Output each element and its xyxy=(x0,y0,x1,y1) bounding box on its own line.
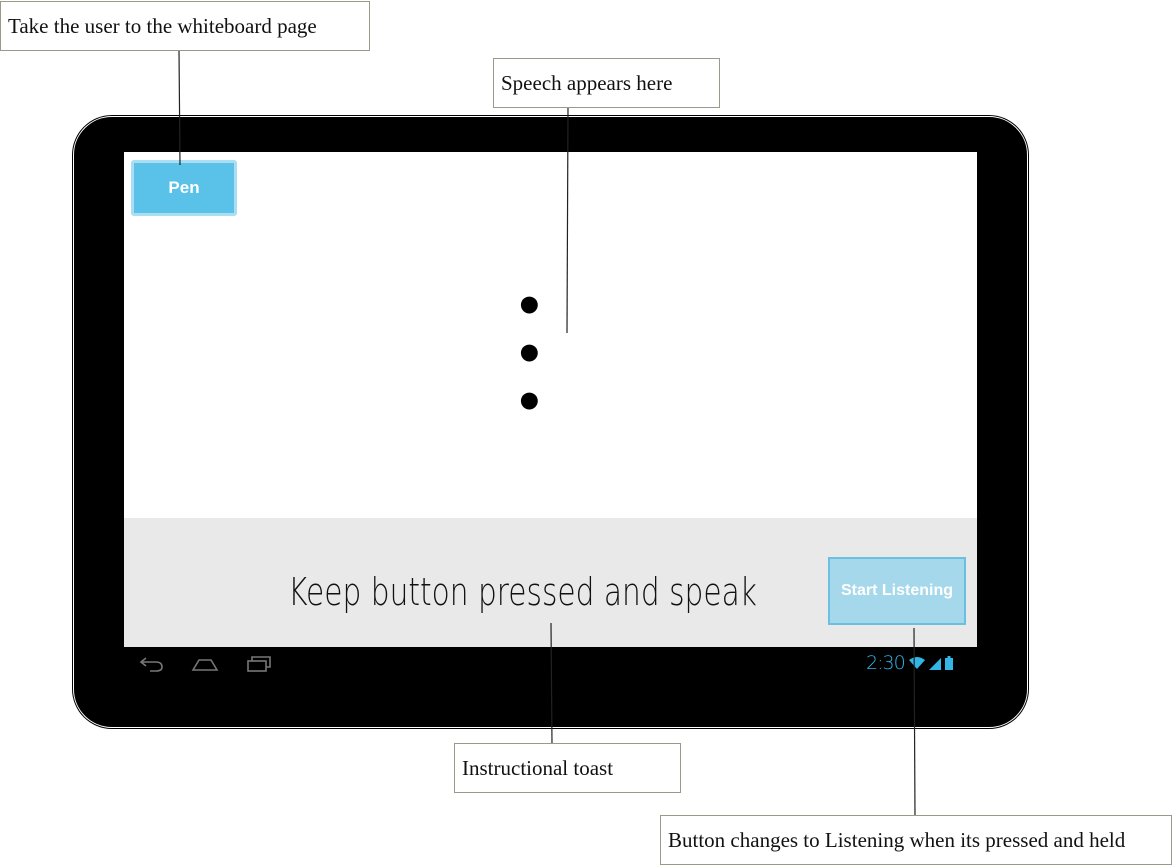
recent-apps-icon[interactable] xyxy=(245,652,273,674)
pen-button[interactable]: Pen xyxy=(131,160,237,216)
home-icon[interactable] xyxy=(191,652,219,674)
battery-icon xyxy=(944,656,953,670)
signal-icon xyxy=(928,658,941,670)
instructional-toast: Keep button pressed and speak xyxy=(288,570,757,614)
back-icon[interactable] xyxy=(138,652,166,674)
clock: 2:30 xyxy=(866,652,906,674)
wifi-icon xyxy=(908,657,925,669)
annotation-speech: Speech appears here xyxy=(493,58,720,108)
annotation-pen: Take the user to the whiteboard page xyxy=(0,1,370,51)
speech-text: • • • xyxy=(514,283,545,427)
annotation-toast: Instructional toast xyxy=(454,743,681,793)
start-listening-button[interactable]: Start Listening xyxy=(828,557,966,625)
annotation-listen-button: Button changes to Listening when its pre… xyxy=(660,815,1172,865)
status-bar: 2:30 xyxy=(866,651,953,675)
